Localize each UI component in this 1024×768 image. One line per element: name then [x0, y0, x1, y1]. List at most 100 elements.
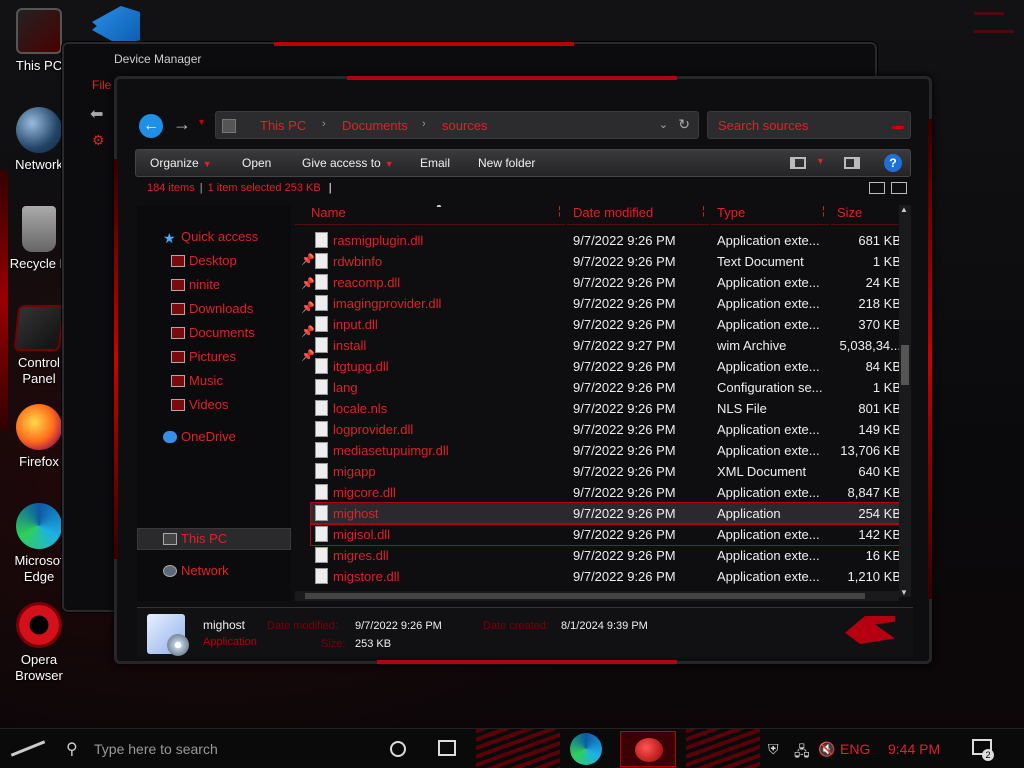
file-list[interactable]: ▲ Name ¦ Date modified ¦ Type ¦ Size rasmig…	[295, 205, 907, 601]
scroll-up-icon[interactable]: ▲	[900, 205, 908, 214]
breadcrumb-sources[interactable]: sources	[442, 118, 488, 133]
scroll-thumb[interactable]	[305, 593, 865, 599]
nav-desktop[interactable]: Desktop 📌	[171, 253, 315, 268]
address-dropdown-icon[interactable]: ⌄	[659, 118, 668, 131]
file-row[interactable]: migstore.dll 9/7/2022 9:26 PM Application …	[311, 566, 907, 587]
desktop-icon-opera[interactable]: Opera Browser	[4, 602, 74, 684]
help-icon[interactable]: ?	[884, 154, 902, 172]
scroll-thumb[interactable]	[901, 345, 909, 385]
column-header-name[interactable]: Name ¦	[295, 205, 565, 225]
breadcrumb-documents[interactable]: Documents	[342, 118, 408, 133]
column-header-type[interactable]: Type ¦	[711, 205, 829, 225]
language-indicator[interactable]: ENG	[840, 741, 870, 757]
search-icon	[892, 126, 904, 129]
opera-icon	[16, 602, 62, 648]
file-row[interactable]: migapp 9/7/2022 9:26 PM XML Document 640 KB	[311, 461, 907, 482]
file-row[interactable]: lang 9/7/2022 9:26 PM Configuration se... 1…	[311, 377, 907, 398]
network-tray-icon[interactable]: 🖧	[794, 741, 810, 765]
refresh-icon[interactable]: ↻	[678, 116, 690, 133]
volume-muted-icon[interactable]: 🔇	[818, 741, 835, 758]
vertical-scrollbar[interactable]: ▲ ▼	[899, 205, 911, 597]
file-explorer-window[interactable]: ← → ▾ This PC › Documents › sources ⌄ ↻ …	[114, 76, 932, 664]
nav-ninite[interactable]: ninite 📌	[171, 277, 315, 292]
taskbar-search-input[interactable]: Type here to search	[94, 741, 218, 757]
file-row[interactable]: logprovider.dll 9/7/2022 9:26 PM Applicati…	[311, 419, 907, 440]
file-row[interactable]: imagingprovider.dll 9/7/2022 9:26 PM Appli…	[311, 293, 907, 314]
computer-icon	[163, 533, 177, 545]
file-row[interactable]: rasmigplugin.dll 9/7/2022 9:26 PM Applicat…	[311, 230, 907, 251]
nav-network[interactable]: Network	[163, 563, 229, 578]
details-view-icon[interactable]	[869, 182, 885, 194]
recent-locations-chevron-icon[interactable]: ▾	[199, 117, 204, 128]
column-header-date[interactable]: Date modified ¦	[567, 205, 709, 225]
nav-quick-access[interactable]: Quick access	[181, 229, 258, 244]
file-row[interactable]: migisol.dll 9/7/2022 9:26 PM Application e…	[310, 523, 907, 546]
back-arrow-icon[interactable]: ←	[139, 114, 163, 138]
nav-label: This PC	[181, 531, 228, 546]
nav-downloads[interactable]: Downloads 📌	[171, 301, 315, 316]
wallpaper-stripe	[974, 12, 1004, 15]
file-icon	[315, 547, 328, 563]
file-date: 9/7/2022 9:26 PM	[573, 527, 676, 542]
nav-videos[interactable]: Videos	[171, 397, 229, 412]
file-size: 24 KB	[865, 275, 901, 290]
horizontal-scrollbar[interactable]	[295, 591, 899, 601]
email-button[interactable]: Email	[420, 156, 450, 170]
breadcrumb-this-pc[interactable]: This PC	[260, 118, 306, 133]
file-row[interactable]: migcore.dll 9/7/2022 9:26 PM Application e…	[311, 482, 907, 503]
file-row[interactable]: input.dll 9/7/2022 9:26 PM Application ext…	[311, 314, 907, 335]
breadcrumb-separator-icon[interactable]: ›	[322, 118, 326, 130]
file-row[interactable]: reacomp.dll 9/7/2022 9:26 PM Application e…	[311, 272, 907, 293]
search-icon[interactable]: ⚲	[66, 739, 78, 759]
file-type: wim Archive	[717, 338, 787, 353]
file-row[interactable]: itgtupg.dll 9/7/2022 9:26 PM Application e…	[311, 356, 907, 377]
task-view-icon[interactable]	[438, 740, 456, 756]
clock[interactable]: 9:44 PM	[888, 741, 940, 757]
file-row[interactable]: locale.nls 9/7/2022 9:26 PM NLS File 801 KB	[311, 398, 907, 419]
start-button[interactable]	[8, 737, 48, 761]
column-divider-icon[interactable]: ¦	[702, 205, 705, 217]
recycle-bin-icon	[22, 206, 56, 252]
back-arrow-icon[interactable]: ⬅	[90, 104, 103, 124]
selection-size: 253 KB	[284, 182, 321, 194]
column-header-size[interactable]: Size	[831, 205, 901, 225]
column-divider-icon[interactable]: ¦	[822, 205, 825, 217]
organize-button[interactable]: Organize ▼	[150, 156, 212, 170]
details-file-name: mighost	[203, 618, 246, 632]
column-label: Type	[717, 205, 746, 220]
rog-taskbar-icon[interactable]	[620, 731, 676, 767]
breadcrumb-separator-icon[interactable]: ›	[422, 118, 426, 130]
column-divider-icon[interactable]: ¦	[558, 205, 561, 217]
desktop-icon-label: Control Panel	[18, 355, 60, 386]
file-date: 9/7/2022 9:26 PM	[573, 422, 676, 437]
file-row[interactable]: mighost 9/7/2022 9:26 PM Application 254 KB	[310, 502, 907, 525]
nav-documents[interactable]: Documents 📌	[171, 325, 315, 340]
address-bar[interactable]: This PC › Documents › sources ⌄ ↻	[215, 111, 699, 139]
file-row[interactable]: mediasetupuimgr.dll 9/7/2022 9:26 PM Appli…	[311, 440, 907, 461]
nav-onedrive[interactable]: OneDrive	[163, 429, 236, 444]
nav-music[interactable]: Music	[171, 373, 223, 388]
new-folder-button[interactable]: New folder	[478, 156, 535, 170]
preview-pane-icon[interactable]	[844, 157, 860, 169]
menu-file[interactable]: File	[92, 78, 111, 92]
forward-arrow-icon[interactable]: →	[173, 114, 191, 135]
file-size: 218 KB	[858, 296, 901, 311]
cortana-icon[interactable]	[390, 741, 406, 757]
change-view-icon[interactable]	[790, 157, 806, 169]
shield-icon[interactable]: ⛨	[768, 741, 779, 758]
open-button[interactable]: Open	[242, 156, 271, 170]
folder-icon	[171, 303, 185, 315]
search-input[interactable]: Search sources	[707, 111, 911, 139]
large-icons-view-icon[interactable]	[891, 182, 907, 194]
file-row[interactable]: rdwbinfo 9/7/2022 9:26 PM Text Document 1 K…	[311, 251, 907, 272]
nav-pictures[interactable]: Pictures 📌	[171, 349, 315, 364]
file-row[interactable]: migres.dll 9/7/2022 9:26 PM Application ex…	[311, 545, 907, 566]
edge-taskbar-icon[interactable]	[570, 733, 602, 765]
view-dropdown-icon[interactable]: ▼	[816, 156, 825, 166]
give-access-button[interactable]: Give access to ▼	[302, 156, 394, 170]
scroll-down-icon[interactable]: ▼	[900, 588, 908, 597]
file-row[interactable]: install 9/7/2022 9:27 PM wim Archive 5,038,…	[311, 335, 907, 356]
file-icon	[315, 379, 328, 395]
nav-this-pc[interactable]: This PC	[163, 531, 228, 546]
file-icon	[315, 484, 328, 500]
